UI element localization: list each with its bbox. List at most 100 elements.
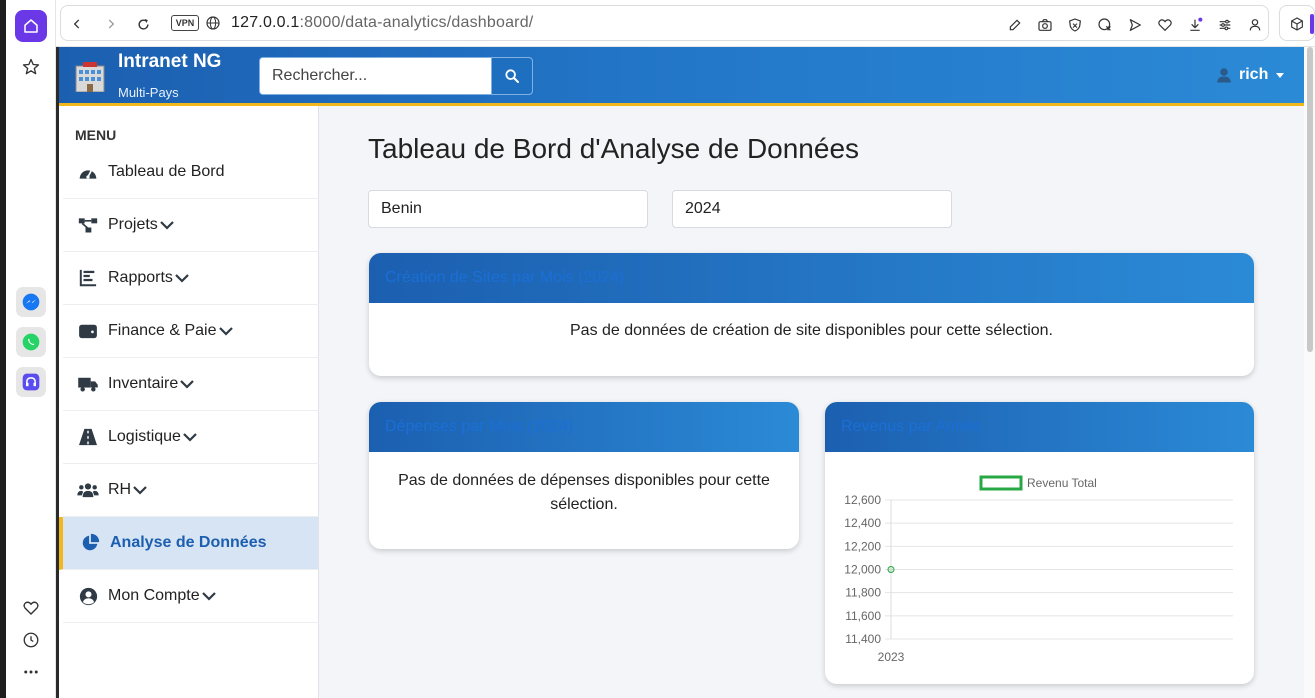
shield-icon[interactable] [1067,17,1083,33]
sidebar-item-mon-compte[interactable]: Mon Compte [63,570,319,623]
url-host: 127.0.0.1 [231,14,300,31]
sidebar-item-rapports[interactable]: Rapports [63,252,319,305]
heart-icon[interactable] [15,592,47,624]
url-path: :8000/data-analytics/dashboard/ [299,14,534,31]
revenue-chart: 12,600 12,400 12,200 12,000 11,800 11,600 11,4… [825,452,1253,684]
home-icon[interactable] [15,10,47,42]
caret-down-icon [1276,72,1285,78]
search-form [259,57,533,95]
globe-icon[interactable] [205,15,221,31]
x-tick-label: 2023 [878,650,905,664]
pie-chart-icon [79,533,101,553]
search-button[interactable] [491,58,532,94]
app-header: Intranet NG Multi-Pays rich [59,47,1304,106]
reload-icon[interactable] [135,16,151,32]
expenses-card-title: Dépenses par Mois (2024) [369,402,799,452]
search-input[interactable] [260,58,492,94]
sidebar-item-label: Finance & Paie [108,322,217,339]
gauge-icon [77,162,99,182]
camera-icon[interactable] [1037,17,1053,33]
headphones-icon[interactable] [16,367,46,397]
back-icon[interactable] [69,16,85,32]
chevron-down-icon [133,486,147,495]
sidebar-item-label: Rapports [108,269,173,286]
app-sidebar: MENU Tableau de Bord Projets Rapports Fi… [59,106,319,698]
year-select[interactable]: 2024 [672,190,952,228]
project-diagram-icon [77,215,99,235]
sidebar-item-label: Mon Compte [108,587,200,604]
settings-sliders-icon[interactable] [1217,17,1233,33]
user-menu[interactable]: rich [1215,66,1285,84]
sidebar-item-label: Projets [108,216,158,233]
sidebar-item-projets[interactable]: Projets [63,199,319,252]
cube-icon [1291,17,1303,31]
address-bar[interactable]: VPN 127.0.0.1:8000/data-analytics/dashbo… [60,5,1269,41]
forward-icon[interactable] [103,16,119,32]
chevron-down-icon [180,380,195,389]
expenses-card-message: Pas de données de dépenses disponibles p… [398,472,770,513]
more-icon[interactable] [15,656,47,688]
legend-label: Revenu Total [1027,476,1097,490]
y-tick-label: 11,600 [845,609,881,623]
sidebar-item-finance-paie[interactable]: Finance & Paie [63,305,319,358]
page-scrollbar[interactable] [1304,47,1315,698]
y-tick-label: 12,000 [844,563,881,577]
sidebar-item-label: Analyse de Données [110,534,267,551]
url-text[interactable]: 127.0.0.1:8000/data-analytics/dashboard/ [231,14,533,32]
y-tick-label: 12,600 [844,493,881,507]
truck-icon [77,374,99,394]
users-icon [77,480,99,500]
sidebar-item-inventaire[interactable]: Inventaire [63,358,319,411]
sites-card-title: Création de Sites par Mois (2024) [369,253,1254,303]
sites-card: Création de Sites par Mois (2024) Pas de… [369,253,1254,376]
data-point [887,566,895,573]
sidebar-item-label: RH [108,481,132,498]
user-icon [1217,68,1231,83]
y-tick-label: 11,800 [845,586,881,600]
page-title: Tableau de Bord d'Analyse de Données [368,133,860,164]
road-icon [77,427,99,447]
messenger-icon[interactable] [16,287,46,317]
sites-card-message: Pas de données de création de site dispo… [570,322,1053,339]
translate-icon[interactable] [1097,17,1113,33]
expenses-card: Dépenses par Mois (2024) Pas de données … [369,402,799,549]
brand-name[interactable]: Intranet NG [118,51,221,73]
bar-chart-icon [77,268,99,288]
vpn-badge[interactable]: VPN [171,15,199,31]
chevron-down-icon [201,592,216,601]
browser-sidebar [6,0,56,698]
heart-icon[interactable] [1157,17,1173,33]
send-icon[interactable] [1127,17,1143,33]
search-icon [505,69,519,83]
revenue-card-title: Revenus par Année [825,402,1254,452]
revenue-card: Revenus par Année 12,600 12,400 12,200 12,0… [825,402,1254,684]
country-select[interactable]: Benin [368,190,648,228]
extensions-button[interactable] [1279,5,1315,41]
sidebar-item-analyse-de-donnees[interactable]: Analyse de Données [59,517,318,570]
chevron-down-icon [175,274,189,283]
chevron-down-icon [160,221,174,230]
chevron-down-icon [183,433,197,442]
history-icon[interactable] [15,624,47,656]
sidebar-item-rh[interactable]: RH [63,464,319,517]
sidebar-item-tableau-de-bord[interactable]: Tableau de Bord [63,146,319,199]
scroll-thumb[interactable] [1307,47,1313,352]
brand-subtitle: Multi-Pays [118,85,179,100]
sidebar-item-label: Inventaire [108,375,179,392]
sidebar-item-label: Tableau de Bord [108,163,225,180]
browser-toolbar: VPN 127.0.0.1:8000/data-analytics/dashbo… [56,0,1315,47]
sidebar-item-logistique[interactable]: Logistique [63,411,319,464]
star-icon[interactable] [15,51,47,83]
edit-icon[interactable] [1007,17,1023,33]
whatsapp-icon[interactable] [16,327,46,357]
sidebar-item-label: Logistique [108,428,181,445]
menu-title: MENU [75,127,117,143]
legend-swatch [979,475,1023,491]
download-icon[interactable] [1187,17,1203,33]
y-tick-label: 12,400 [844,516,881,530]
building-icon [75,62,105,92]
profile-icon[interactable] [1247,17,1263,33]
y-tick-label: 11,400 [845,632,881,646]
wallet-icon [77,321,99,341]
user-circle-icon [77,586,99,606]
